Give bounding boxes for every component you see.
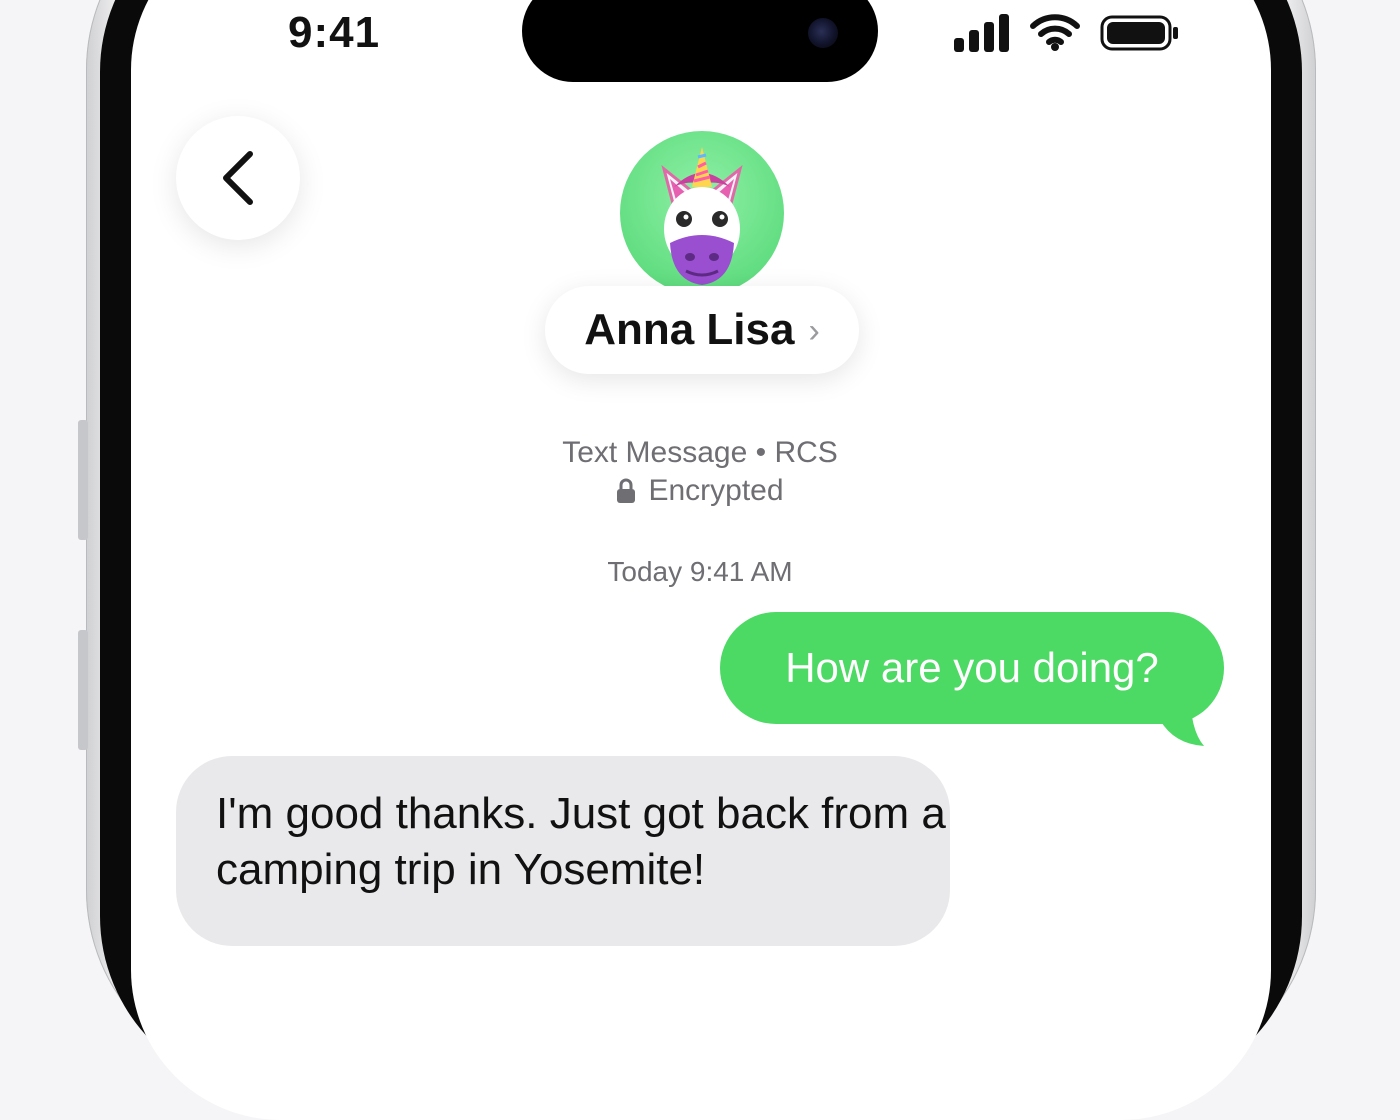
- lock-icon: [617, 478, 636, 503]
- unicorn-memoji-icon: [661, 147, 743, 285]
- incoming-message[interactable]: I'm good thanks. Just got back from a ca…: [176, 756, 950, 946]
- contact-name: Anna Lisa: [584, 305, 795, 354]
- wifi-icon: [1030, 14, 1080, 51]
- encryption-status: Encrypted: [400, 474, 1000, 508]
- outgoing-message[interactable]: How are you doing?: [720, 612, 1224, 724]
- contact-avatar[interactable]: [620, 131, 784, 295]
- encryption-label: Encrypted: [648, 474, 784, 507]
- chevron-right-icon: ›: [808, 311, 820, 350]
- status-time: 9:41: [288, 8, 381, 57]
- side-button: [78, 420, 88, 540]
- back-button[interactable]: [176, 116, 300, 240]
- contact-name-button[interactable]: Anna Lisa ›: [545, 286, 859, 374]
- battery-icon: [1100, 15, 1178, 51]
- message-timestamp: Today 9:41 AM: [607, 556, 793, 587]
- side-button: [78, 630, 88, 750]
- camera-icon: [808, 18, 838, 48]
- chevron-left-icon: [223, 151, 253, 205]
- conversation-type: Text Message • RCS: [562, 436, 838, 469]
- signal-icon: [954, 14, 1009, 52]
